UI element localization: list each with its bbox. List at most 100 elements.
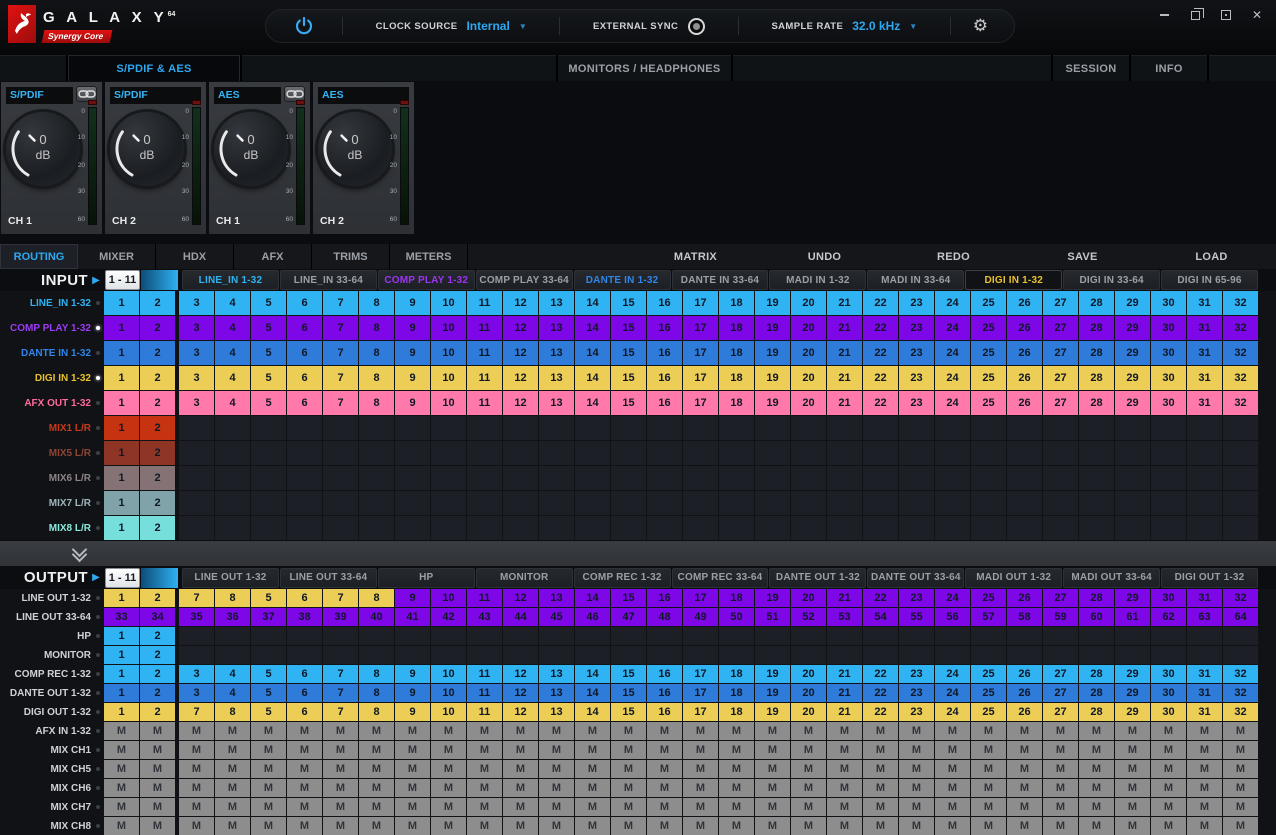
output-source-button[interactable]: MADI OUT 33-64 xyxy=(1063,568,1160,588)
matrix-cell[interactable]: 16 xyxy=(647,366,682,390)
matrix-cell[interactable]: 27 xyxy=(1043,316,1078,340)
matrix-cell[interactable]: 11 xyxy=(467,341,502,365)
matrix-cell[interactable]: 8 xyxy=(359,589,394,607)
matrix-cell[interactable]: 48 xyxy=(647,608,682,626)
matrix-cell[interactable]: M xyxy=(503,779,538,797)
matrix-cell[interactable]: 17 xyxy=(683,341,718,365)
output-source-button[interactable]: MONITOR xyxy=(476,568,573,588)
matrix-cell[interactable]: 20 xyxy=(791,684,826,702)
matrix-cell[interactable]: 23 xyxy=(899,291,934,315)
matrix-cell[interactable]: 8 xyxy=(359,291,394,315)
matrix-cell[interactable]: 23 xyxy=(899,391,934,415)
matrix-cell[interactable]: 27 xyxy=(1043,589,1078,607)
matrix-cell[interactable]: 1 xyxy=(104,703,139,721)
matrix-cell[interactable]: M xyxy=(215,760,250,778)
matrix-cell[interactable]: M xyxy=(215,798,250,816)
matrix-cell[interactable]: M xyxy=(935,798,970,816)
matrix-cell[interactable]: 15 xyxy=(611,684,646,702)
input-source-button[interactable]: LINE_IN 33-64 xyxy=(280,270,377,290)
matrix-cell[interactable]: M xyxy=(467,779,502,797)
matrix-cell[interactable]: M xyxy=(827,817,862,835)
matrix-cell[interactable]: 9 xyxy=(395,366,430,390)
matrix-cell[interactable]: 27 xyxy=(1043,703,1078,721)
matrix-cell[interactable]: M xyxy=(1115,722,1150,740)
matrix-cell[interactable]: M xyxy=(1043,779,1078,797)
matrix-cell[interactable]: M xyxy=(104,779,139,797)
matrix-cell[interactable]: 21 xyxy=(827,391,862,415)
matrix-cell[interactable]: 10 xyxy=(431,684,466,702)
matrix-cell[interactable]: 7 xyxy=(323,316,358,340)
matrix-cell[interactable]: M xyxy=(104,817,139,835)
matrix-cell[interactable]: M xyxy=(251,817,286,835)
matrix-cell[interactable]: M xyxy=(539,798,574,816)
panel-tab-afx[interactable]: AFX xyxy=(234,244,312,269)
matrix-cell[interactable]: M xyxy=(1043,741,1078,759)
matrix-cell[interactable]: M xyxy=(575,741,610,759)
matrix-cell[interactable]: M xyxy=(755,741,790,759)
matrix-cell[interactable]: M xyxy=(827,779,862,797)
matrix-cell[interactable]: 1 xyxy=(104,684,139,702)
matrix-cell[interactable]: M xyxy=(104,741,139,759)
matrix-cell[interactable]: 40 xyxy=(359,608,394,626)
tab-info[interactable]: INFO xyxy=(1131,55,1207,81)
matrix-cell[interactable]: M xyxy=(971,741,1006,759)
matrix-cell[interactable]: M xyxy=(539,722,574,740)
matrix-cell[interactable]: 12 xyxy=(503,341,538,365)
matrix-cell[interactable]: M xyxy=(395,798,430,816)
matrix-cell[interactable]: 30 xyxy=(1151,391,1186,415)
matrix-cell[interactable]: 6 xyxy=(287,589,322,607)
input-page-indicator[interactable]: 1 - 11 xyxy=(105,270,140,290)
matrix-cell[interactable]: M xyxy=(503,760,538,778)
external-sync-indicator[interactable] xyxy=(688,18,705,35)
matrix-cell[interactable]: M xyxy=(683,741,718,759)
matrix-cell[interactable]: M xyxy=(899,722,934,740)
matrix-cell[interactable]: M xyxy=(827,741,862,759)
matrix-cell[interactable]: M xyxy=(251,798,286,816)
matrix-cell[interactable]: 24 xyxy=(935,316,970,340)
matrix-cell[interactable]: 13 xyxy=(539,589,574,607)
matrix-cell[interactable]: 1 xyxy=(104,341,139,365)
matrix-cell[interactable]: M xyxy=(575,817,610,835)
matrix-cell[interactable]: 12 xyxy=(503,589,538,607)
matrix-cell[interactable]: 21 xyxy=(827,291,862,315)
input-source-button[interactable]: DANTE IN 33-64 xyxy=(672,270,769,290)
matrix-cell[interactable]: 21 xyxy=(827,316,862,340)
matrix-cell[interactable]: 5 xyxy=(251,589,286,607)
matrix-cell[interactable]: 17 xyxy=(683,291,718,315)
matrix-cell[interactable]: 5 xyxy=(251,291,286,315)
matrix-cell[interactable]: M xyxy=(323,779,358,797)
matrix-cell[interactable]: 23 xyxy=(899,341,934,365)
matrix-cell[interactable]: M xyxy=(395,760,430,778)
matrix-cell[interactable]: M xyxy=(1115,741,1150,759)
matrix-cell[interactable]: 14 xyxy=(575,391,610,415)
tab-spdif-aes[interactable]: S/PDIF & AES xyxy=(68,55,240,81)
matrix-cell[interactable]: 20 xyxy=(791,589,826,607)
matrix-cell[interactable]: M xyxy=(1223,760,1258,778)
matrix-cell[interactable]: 30 xyxy=(1151,684,1186,702)
matrix-cell[interactable]: M xyxy=(215,722,250,740)
channel-label[interactable]: S/PDIF xyxy=(6,87,73,104)
matrix-cell[interactable]: 35 xyxy=(179,608,214,626)
matrix-cell[interactable]: M xyxy=(1043,760,1078,778)
matrix-cell[interactable]: M xyxy=(287,779,322,797)
matrix-cell[interactable]: 32 xyxy=(1223,316,1258,340)
matrix-cell[interactable]: 1 xyxy=(104,665,139,683)
matrix-cell[interactable]: 23 xyxy=(899,316,934,340)
matrix-cell[interactable]: 22 xyxy=(863,684,898,702)
matrix-cell[interactable]: 6 xyxy=(287,291,322,315)
output-source-button[interactable]: HP xyxy=(378,568,475,588)
matrix-cell[interactable]: 56 xyxy=(935,608,970,626)
matrix-cell[interactable]: 15 xyxy=(611,391,646,415)
matrix-cell[interactable]: 11 xyxy=(467,316,502,340)
clock-source-value[interactable]: Internal xyxy=(466,19,509,33)
matrix-cell[interactable]: 9 xyxy=(395,341,430,365)
matrix-cell[interactable]: 12 xyxy=(503,316,538,340)
matrix-cell[interactable]: 3 xyxy=(179,366,214,390)
matrix-cell[interactable]: M xyxy=(647,722,682,740)
matrix-cell[interactable]: 33 xyxy=(104,608,139,626)
matrix-cell[interactable]: 7 xyxy=(323,291,358,315)
matrix-cell[interactable]: 8 xyxy=(359,684,394,702)
matrix-cell[interactable]: 11 xyxy=(467,589,502,607)
matrix-cell[interactable]: M xyxy=(935,779,970,797)
play-arrow-icon[interactable]: ▶ xyxy=(88,572,104,583)
